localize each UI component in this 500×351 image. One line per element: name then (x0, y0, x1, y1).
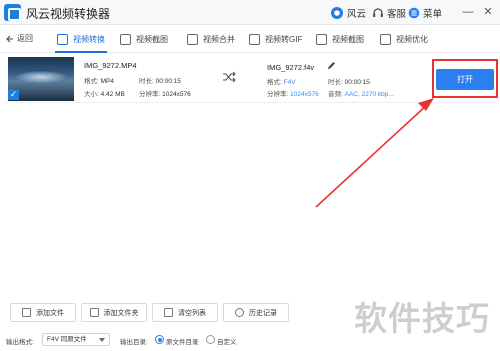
tab-label: 视频转GIF (265, 35, 303, 44)
edit-pencil-icon[interactable] (327, 61, 336, 70)
video-optimize-icon (380, 34, 391, 45)
tab-video-gif[interactable]: 视频转GIF (249, 30, 302, 49)
output-dir-label: 输出目录: (120, 339, 148, 346)
brand-button[interactable]: 风云 (330, 4, 366, 21)
add-file-label: 添加文件 (36, 309, 64, 317)
history-label: 历史记录 (249, 309, 277, 317)
target-resolution: 分辨率: 1024x576 (267, 91, 319, 98)
menu-button[interactable]: 菜单 (408, 4, 442, 21)
tab-video-screenshot[interactable]: 视频截图 (316, 30, 364, 49)
output-format-select[interactable]: F4V 同原文件 (42, 333, 110, 346)
trash-icon (164, 308, 173, 317)
brand-label: 风云 (347, 8, 367, 20)
nav-bar: 返回 视频转换 视频截图 视频合并 视频转GIF 视频截图 视频优化 (0, 26, 500, 53)
add-file-icon (22, 308, 31, 317)
tab-video-optimize[interactable]: 视频优化 (380, 30, 428, 49)
menu-label: 菜单 (423, 8, 443, 20)
convert-direction-icon (223, 71, 236, 83)
add-folder-label: 添加文件夹 (103, 309, 139, 317)
add-folder-button[interactable]: 添加文件夹 (81, 303, 147, 322)
history-button[interactable]: 历史记录 (223, 303, 289, 322)
back-label: 返回 (17, 34, 33, 43)
minimize-button[interactable]: — (461, 5, 475, 19)
headset-icon (373, 7, 383, 17)
tab-label: 视频截图 (136, 35, 168, 44)
video-merge-icon (187, 34, 198, 45)
target-audio: 音频: AAC, 2270 kbp... (328, 91, 394, 98)
radio-custom-dir[interactable] (206, 335, 215, 344)
video-clip-icon (120, 34, 131, 45)
red-highlight-box (432, 59, 498, 98)
tab-label: 视频转换 (73, 35, 105, 44)
source-file-name: IMG_9272.MP4 (84, 61, 137, 70)
clear-list-button[interactable]: 清空列表 (152, 303, 218, 322)
source-duration: 时长: 00:00:15 (139, 78, 181, 85)
app-logo-icon (4, 4, 21, 21)
video-convert-icon (57, 34, 68, 45)
add-file-button[interactable]: 添加文件 (10, 303, 76, 322)
menu-icon (408, 7, 420, 18)
arrow-left-icon (6, 35, 13, 42)
radio-custom-dir-label: 自定义 (217, 339, 237, 346)
back-button[interactable]: 返回 (4, 33, 33, 44)
checkbox-checked-icon[interactable]: ✓ (8, 89, 19, 100)
tab-video-clip[interactable]: 视频截图 (120, 30, 168, 49)
radio-source-dir[interactable] (155, 335, 164, 344)
target-duration: 时长: 00:00:15 (328, 79, 370, 86)
customer-service-button[interactable]: 客服 (372, 4, 406, 21)
source-size: 大小: 4.42 MB (84, 91, 125, 98)
file-list-item[interactable]: ✓ IMG_9272.MP4 格式: MP4 时长: 00:00:15 大小: … (4, 56, 496, 103)
target-format: 格式: F4V (267, 79, 296, 86)
add-folder-icon (89, 308, 99, 317)
tab-label: 视频截图 (332, 35, 364, 44)
watermark-text: 软件技巧 (354, 300, 490, 337)
tab-label: 视频优化 (396, 35, 428, 44)
brand-logo-icon (331, 6, 343, 19)
clock-icon (235, 308, 244, 317)
tab-label: 视频合并 (203, 35, 235, 44)
tab-video-merge[interactable]: 视频合并 (187, 30, 235, 49)
video-screenshot-icon (316, 34, 327, 45)
source-resolution: 分辨率: 1024x576 (139, 91, 191, 98)
service-label: 客服 (387, 8, 407, 20)
source-format: 格式: MP4 (84, 78, 114, 85)
title-bar: 风云视频转换器 风云 客服 菜单 — ✕ (0, 0, 500, 25)
output-format-label: 输出格式: (6, 339, 34, 346)
output-format-value: F4V 同原文件 (47, 336, 87, 343)
target-file-name: IMG_9272.f4v (267, 63, 315, 72)
clear-list-label: 清空列表 (178, 309, 206, 317)
radio-source-dir-label: 原文件目录 (166, 339, 199, 346)
tab-video-convert[interactable]: 视频转换 (55, 30, 107, 53)
video-gif-icon (249, 34, 260, 45)
app-title: 风云视频转换器 (26, 7, 111, 21)
close-button[interactable]: ✕ (481, 5, 495, 19)
